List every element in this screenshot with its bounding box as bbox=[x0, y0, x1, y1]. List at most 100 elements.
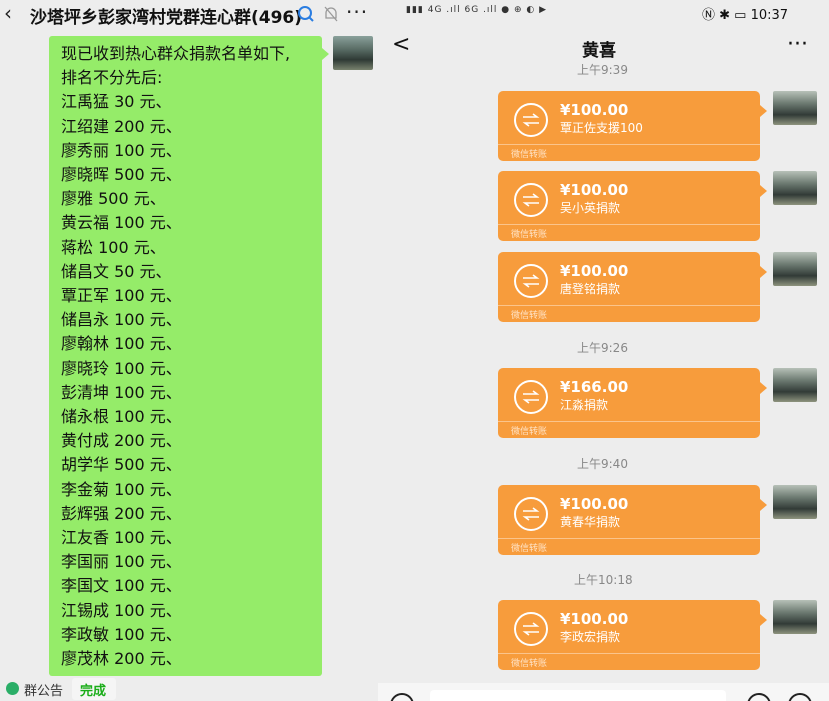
bubble-tail bbox=[760, 266, 767, 278]
transfer-amount: ¥100.00 bbox=[560, 101, 629, 119]
message-line: 黄付成 200 元、 bbox=[61, 431, 182, 451]
notice-label[interactable]: 群公告 bbox=[24, 680, 63, 699]
message-line: 李金菊 100 元、 bbox=[61, 479, 182, 499]
bubble-tail bbox=[760, 382, 767, 394]
divider bbox=[498, 653, 760, 654]
group-chat-panel: ‹ 沙塔坪乡彭家湾村党群连心群(496) ··· 现已收到热心群众捐款名单如下,… bbox=[0, 0, 376, 701]
message-line: 排名不分先后: bbox=[61, 68, 163, 88]
transfer-memo: 吴小英捐款 bbox=[560, 201, 621, 215]
transfer-card[interactable]: ¥100.00 唐登铭捐款微信转账 bbox=[498, 252, 767, 322]
sender-avatar[interactable] bbox=[773, 600, 817, 634]
status-left-icons: ▮▮▮ 4G .ıll 6G .ıll ● ⊕ ◐ ▶ bbox=[406, 5, 548, 15]
mute-bell-icon bbox=[324, 6, 338, 22]
message-line: 江禹猛 30 元、 bbox=[61, 92, 172, 112]
transfer-icon bbox=[514, 612, 548, 646]
status-bar: ▮▮▮ 4G .ıll 6G .ıll ● ⊕ ◐ ▶ Ⓝ ✱ ▭ 10:37 bbox=[378, 0, 829, 26]
transfer-source: 微信转账 bbox=[511, 544, 548, 554]
sender-avatar[interactable] bbox=[773, 368, 817, 402]
transfer-source: 微信转账 bbox=[511, 659, 548, 669]
transfer-source: 微信转账 bbox=[511, 230, 548, 240]
transfer-icon bbox=[514, 264, 548, 298]
bubble-tail bbox=[760, 499, 767, 511]
message-line: 廖晓玲 100 元、 bbox=[61, 358, 182, 378]
message-line: 江友香 100 元、 bbox=[61, 528, 182, 548]
message-line: 李国文 100 元、 bbox=[61, 576, 182, 596]
group-title: 沙塔坪乡彭家湾村党群连心群(496) bbox=[30, 8, 303, 28]
back-icon[interactable]: < bbox=[392, 34, 410, 56]
transfer-amount: ¥100.00 bbox=[560, 181, 629, 199]
chat-header: < 黄喜 ··· bbox=[378, 28, 829, 64]
message-input[interactable] bbox=[430, 690, 726, 701]
transfer-icon bbox=[514, 380, 548, 414]
message-line: 储永根 100 元、 bbox=[61, 407, 182, 427]
transfer-icon bbox=[514, 183, 548, 217]
emoji-icon[interactable] bbox=[747, 693, 771, 701]
group-chat-header: ‹ 沙塔坪乡彭家湾村党群连心群(496) ··· bbox=[0, 0, 376, 28]
divider bbox=[498, 224, 760, 225]
message-line: 李国丽 100 元、 bbox=[61, 552, 182, 572]
transfer-card[interactable]: ¥100.00 黄春华捐款 微信转账 bbox=[498, 485, 767, 555]
transfer-amount: ¥100.00 bbox=[560, 262, 629, 280]
transfer-memo: 江淼捐款 bbox=[560, 398, 609, 412]
transfer-card[interactable]: ¥100.00 李政宏捐款微信转账 bbox=[498, 600, 767, 670]
sender-avatar[interactable] bbox=[773, 91, 817, 125]
message-line: 江锡成 100 元、 bbox=[61, 600, 182, 620]
donation-list-message[interactable]: 现已收到热心群众捐款名单如下, 排名不分先后: 江禹猛 30 元、 江绍建 200 元… bbox=[49, 36, 322, 676]
bubble-tail bbox=[322, 48, 329, 60]
transfer-amount: ¥100.00 bbox=[560, 610, 629, 628]
message-line: 廖晓晖 500 元、 bbox=[61, 165, 182, 185]
bubble-tail bbox=[760, 614, 767, 626]
message-line: 江绍建 200 元、 bbox=[61, 116, 182, 136]
sender-avatar[interactable] bbox=[773, 171, 817, 205]
transfer-icon bbox=[514, 497, 548, 531]
message-line: 储昌永 100 元、 bbox=[61, 310, 182, 330]
transfer-amount: ¥166.00 bbox=[560, 378, 629, 396]
message-line: 廖茂林 200 元、 bbox=[61, 649, 182, 669]
transfer-source: 微信转账 bbox=[511, 311, 548, 321]
transfer-card[interactable]: ¥166.00 江淼捐款微信转账 bbox=[498, 368, 767, 438]
more-icon[interactable]: ··· bbox=[346, 0, 368, 24]
transfer-memo: 覃正佐支援100 bbox=[560, 121, 643, 135]
message-line: 胡学华 500 元、 bbox=[61, 455, 182, 475]
transfer-card[interactable]: ¥100.00 覃正佐支援100 微信转账 bbox=[498, 91, 767, 161]
plus-icon[interactable] bbox=[788, 693, 812, 701]
message-line: 廖雅 500 元、 bbox=[61, 189, 166, 209]
timestamp: 上午9:26 bbox=[577, 341, 628, 355]
transfer-card[interactable]: ¥100.00 吴小英捐款微信转账 bbox=[498, 171, 767, 241]
back-icon[interactable]: ‹ bbox=[4, 2, 12, 24]
message-line: 覃正军 100 元、 bbox=[61, 286, 182, 306]
message-line: 廖翰林 100 元、 bbox=[61, 334, 182, 354]
screenshot: ‹ 沙塔坪乡彭家湾村党群连心群(496) ··· 现已收到热心群众捐款名单如下,… bbox=[0, 0, 829, 701]
transfer-source: 微信转账 bbox=[511, 150, 548, 160]
private-chat-panel: ▮▮▮ 4G .ıll 6G .ıll ● ⊕ ◐ ▶ Ⓝ ✱ ▭ 10:37 … bbox=[378, 0, 829, 701]
group-notice-bar: 群公告 完成 bbox=[0, 676, 376, 701]
sender-avatar[interactable] bbox=[333, 36, 373, 70]
sender-avatar[interactable] bbox=[773, 252, 817, 286]
divider bbox=[498, 421, 760, 422]
message-line: 蒋松 100 元、 bbox=[61, 237, 166, 257]
done-button[interactable]: 完成 bbox=[72, 678, 116, 700]
message-line: 彭清坤 100 元、 bbox=[61, 382, 182, 402]
bubble-tail bbox=[760, 185, 767, 197]
more-icon[interactable]: ··· bbox=[787, 32, 808, 57]
transfer-memo: 李政宏捐款 bbox=[560, 630, 621, 644]
timestamp: 上午9:39 bbox=[577, 63, 628, 77]
contact-name: 黄喜 bbox=[582, 41, 616, 61]
transfer-amount: ¥100.00 bbox=[560, 495, 629, 513]
message-line: 现已收到热心群众捐款名单如下, bbox=[61, 44, 291, 63]
message-line: 李政敏 100 元、 bbox=[61, 624, 182, 644]
message-line: 彭辉强 200 元、 bbox=[61, 503, 182, 523]
input-bar bbox=[378, 683, 829, 701]
message-line: 廖秀丽 100 元、 bbox=[61, 140, 182, 160]
transfer-memo: 唐登铭捐款 bbox=[560, 282, 621, 296]
message-line: 储昌文 50 元、 bbox=[61, 261, 172, 281]
sender-avatar[interactable] bbox=[773, 485, 817, 519]
status-right-icons: Ⓝ ✱ ▭ 10:37 bbox=[702, 8, 789, 23]
search-message-icon[interactable] bbox=[297, 5, 315, 23]
bubble-tail bbox=[760, 105, 767, 117]
divider bbox=[498, 144, 760, 145]
voice-icon[interactable] bbox=[390, 693, 414, 701]
notice-icon bbox=[6, 682, 19, 695]
divider bbox=[498, 538, 760, 539]
transfer-source: 微信转账 bbox=[511, 427, 548, 437]
